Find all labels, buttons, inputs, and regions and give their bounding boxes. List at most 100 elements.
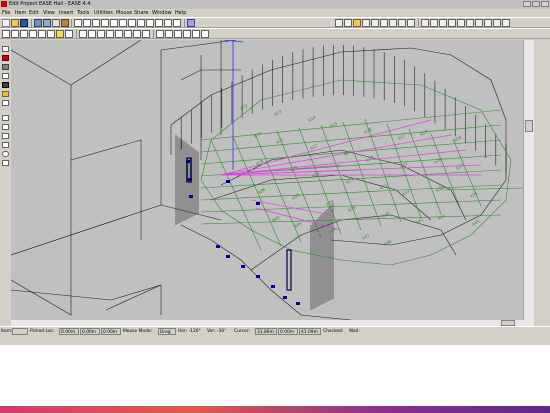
- loudspeaker-icon[interactable]: [2, 82, 9, 88]
- paste-icon[interactable]: [61, 19, 69, 27]
- wireframe-icon[interactable]: [2, 30, 10, 38]
- menu-mouse[interactable]: Mouse: [116, 10, 132, 16]
- render-icon[interactable]: [187, 19, 195, 27]
- menu-item[interactable]: Item: [15, 10, 26, 16]
- cut-icon[interactable]: [421, 19, 429, 27]
- select-arrow-icon[interactable]: [74, 19, 82, 27]
- rotate-left-icon[interactable]: [128, 19, 136, 27]
- speaker-icon[interactable]: [65, 30, 73, 38]
- vertical-scrollbar[interactable]: [523, 40, 534, 320]
- print-preview-icon[interactable]: [43, 19, 51, 27]
- mapping-icon[interactable]: [165, 30, 173, 38]
- undo-icon[interactable]: [389, 19, 397, 27]
- speaker-marker[interactable]: [296, 302, 300, 305]
- maximize-button[interactable]: [532, 1, 540, 7]
- box-icon[interactable]: [2, 124, 9, 130]
- lamp-icon[interactable]: [2, 91, 9, 97]
- view-up-icon[interactable]: [146, 19, 154, 27]
- menu-window[interactable]: Window: [152, 10, 172, 16]
- zoom-in-icon[interactable]: [92, 19, 100, 27]
- zoom-window-icon[interactable]: [110, 19, 118, 27]
- pencil-icon[interactable]: [2, 55, 9, 61]
- speaker-marker[interactable]: [256, 202, 260, 205]
- rotate-3d-icon[interactable]: [164, 19, 172, 27]
- grid-icon[interactable]: [371, 19, 379, 27]
- pointer-icon[interactable]: [2, 46, 9, 52]
- polygon-icon[interactable]: [2, 142, 9, 148]
- hidden-line-icon[interactable]: [20, 30, 28, 38]
- listener-icon[interactable]: [88, 30, 96, 38]
- copy-icon[interactable]: [52, 19, 60, 27]
- material-icon[interactable]: [133, 30, 141, 38]
- zoom-out-icon[interactable]: [101, 19, 109, 27]
- check-icon[interactable]: [484, 19, 492, 27]
- cylinder-icon[interactable]: [2, 133, 9, 139]
- circle-icon[interactable]: [2, 151, 9, 157]
- save-icon[interactable]: [20, 19, 28, 27]
- faces-icon[interactable]: [38, 30, 46, 38]
- edit-faces-icon[interactable]: [344, 19, 352, 27]
- edges-icon[interactable]: [47, 30, 55, 38]
- move-icon[interactable]: [83, 19, 91, 27]
- minimize-button[interactable]: [523, 1, 531, 7]
- menu-help[interactable]: Help: [175, 10, 186, 16]
- layers-icon[interactable]: [380, 19, 388, 27]
- wall-icon[interactable]: [97, 30, 105, 38]
- menu-share[interactable]: Share: [134, 10, 148, 16]
- menu-file[interactable]: File: [2, 10, 10, 16]
- menu-edit[interactable]: Edit: [29, 10, 39, 16]
- chart-icon[interactable]: [183, 30, 191, 38]
- ceiling-icon[interactable]: [106, 30, 114, 38]
- view-down-icon[interactable]: [155, 19, 163, 27]
- vertices-icon[interactable]: [29, 30, 37, 38]
- speaker-marker[interactable]: [271, 285, 275, 288]
- menu-utilities[interactable]: Utilities: [94, 10, 113, 16]
- ray-icon[interactable]: [156, 30, 164, 38]
- speaker-marker[interactable]: [226, 255, 230, 258]
- rectangle-icon[interactable]: [2, 115, 9, 121]
- table-icon[interactable]: [174, 30, 182, 38]
- plane-icon[interactable]: [2, 64, 9, 70]
- close-button[interactable]: [541, 1, 549, 7]
- open-folder-icon[interactable]: [11, 19, 19, 27]
- menu-insert[interactable]: Insert: [59, 10, 73, 16]
- extrude-icon[interactable]: [2, 160, 9, 166]
- scale-icon[interactable]: [439, 19, 447, 27]
- fit-view-icon[interactable]: [119, 19, 127, 27]
- print-icon[interactable]: [34, 19, 42, 27]
- line-icon[interactable]: [2, 73, 9, 79]
- menu-view[interactable]: View: [43, 10, 55, 16]
- floor-icon[interactable]: [115, 30, 123, 38]
- speaker-marker[interactable]: [283, 296, 287, 299]
- speaker-marker[interactable]: [189, 195, 193, 198]
- menu-tools[interactable]: Tools: [77, 10, 89, 16]
- speaker-marker[interactable]: [241, 265, 245, 268]
- group-icon[interactable]: [353, 19, 361, 27]
- audience-area-icon[interactable]: [79, 30, 87, 38]
- opening-icon[interactable]: [124, 30, 132, 38]
- split-icon[interactable]: [466, 19, 474, 27]
- delete-icon[interactable]: [493, 19, 501, 27]
- snap-icon[interactable]: [362, 19, 370, 27]
- seat-icon[interactable]: [2, 100, 9, 106]
- properties-icon[interactable]: [502, 19, 510, 27]
- redo-icon[interactable]: [398, 19, 406, 27]
- color-icon[interactable]: [142, 30, 150, 38]
- mirror-icon[interactable]: [430, 19, 438, 27]
- rotate-right-icon[interactable]: [137, 19, 145, 27]
- speaker-marker[interactable]: [256, 275, 260, 278]
- speaker-marker[interactable]: [226, 180, 230, 183]
- measure-icon[interactable]: [457, 19, 465, 27]
- solid-icon[interactable]: [11, 30, 19, 38]
- speaker-array[interactable]: [286, 249, 292, 291]
- vertical-scroll-thumb[interactable]: [525, 120, 533, 132]
- speaker-marker[interactable]: [216, 245, 220, 248]
- new-file-icon[interactable]: [2, 19, 10, 27]
- settings-icon[interactable]: [201, 30, 209, 38]
- 3d-viewport[interactable]: A12 A13 A14 A15 A16 A17 A18 A19 A20 A21 A22 A23 A24 A…: [11, 40, 523, 320]
- view-3d-icon[interactable]: [335, 19, 343, 27]
- align-icon[interactable]: [448, 19, 456, 27]
- pan-icon[interactable]: [173, 19, 181, 27]
- report-icon[interactable]: [192, 30, 200, 38]
- refresh-icon[interactable]: [407, 19, 415, 27]
